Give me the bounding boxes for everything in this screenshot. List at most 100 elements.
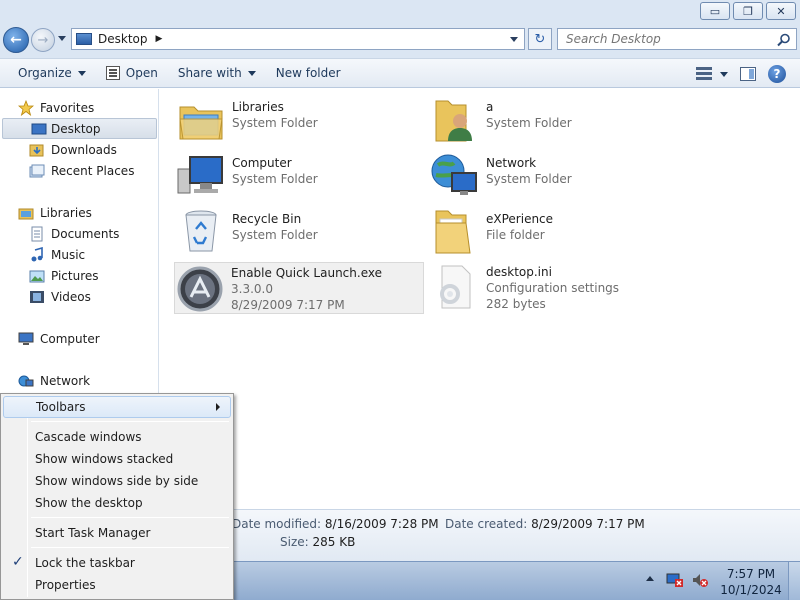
sidebar-item-recent-places[interactable]: Recent Places: [29, 160, 134, 181]
size-value: 285 KB: [312, 535, 356, 549]
system-clock[interactable]: 7:57 PM 10/1/2024: [718, 566, 784, 598]
recent-pages-dropdown[interactable]: [58, 36, 66, 41]
sidebar-item-label: Desktop: [51, 121, 101, 136]
file-name: a: [486, 100, 494, 114]
recycle-bin-icon: [185, 210, 217, 252]
sidebar-item-libraries[interactable]: Libraries: [18, 202, 92, 223]
file-item-recycle-bin[interactable]: Recycle Bin System Folder: [176, 207, 426, 261]
forward-button[interactable]: →: [31, 28, 55, 52]
computer-icon: [18, 332, 34, 345]
checkmark-icon: ✓: [12, 554, 24, 570]
sidebar-item-videos[interactable]: Videos: [29, 286, 91, 307]
sidebar-item-pictures[interactable]: Pictures: [29, 265, 99, 286]
refresh-button[interactable]: ↻: [528, 28, 552, 50]
address-location[interactable]: Desktop: [98, 32, 148, 46]
file-item-enable-quick-launch[interactable]: Enable Quick Launch.exe 3.3.0.0 8/29/200…: [174, 262, 424, 314]
chevron-down-icon[interactable]: [720, 71, 728, 77]
volume-muted-icon[interactable]: [691, 572, 709, 588]
network-icon: [431, 154, 477, 195]
back-arrow-icon: ←: [10, 32, 22, 48]
sidebar-item-favorites[interactable]: Favorites: [18, 97, 94, 118]
maximize-button[interactable]: ❐: [733, 2, 763, 20]
menu-separator: [31, 517, 229, 518]
sidebar-item-desktop[interactable]: Desktop: [2, 118, 157, 139]
file-size-detail: Size: 285 KB: [280, 535, 355, 549]
file-item-libraries[interactable]: Libraries System Folder: [176, 95, 426, 149]
open-button[interactable]: Open: [96, 61, 168, 85]
views-icon: [696, 67, 712, 81]
address-bar[interactable]: Desktop ▶: [71, 28, 525, 50]
taskbar-context-menu: Toolbars Cascade windows Show windows st…: [0, 393, 234, 600]
menu-item-lock-taskbar[interactable]: ✓ Lock the taskbar: [3, 552, 231, 574]
organize-button[interactable]: Organize: [8, 61, 96, 85]
sidebar-item-computer[interactable]: Computer: [18, 328, 100, 349]
file-type: System Folder: [232, 116, 318, 130]
sidebar-item-label: Documents: [51, 226, 120, 241]
file-name: eXPerience: [486, 212, 554, 226]
menu-item-label: Start Task Manager: [35, 526, 151, 540]
sidebar-item-label: Videos: [51, 289, 91, 304]
organize-label: Organize: [18, 66, 72, 80]
date-modified: Date modified: 8/16/2009 7:28 PM: [232, 517, 439, 531]
address-dropdown-icon[interactable]: [510, 37, 518, 42]
open-label: Open: [125, 66, 158, 80]
date-modified-value: 8/16/2009 7:28 PM: [324, 517, 439, 531]
menu-item-show-windows-side-by-side[interactable]: Show windows side by side: [3, 470, 231, 492]
file-item-desktop-ini[interactable]: desktop.ini Configuration settings 282 b…: [430, 262, 680, 314]
menu-item-show-windows-stacked[interactable]: Show windows stacked: [3, 448, 231, 470]
menu-item-properties[interactable]: Properties: [3, 574, 231, 596]
back-button[interactable]: ←: [3, 27, 29, 53]
sidebar-item-label: Favorites: [40, 100, 95, 115]
share-with-label: Share with: [177, 66, 242, 80]
menu-item-label: Lock the taskbar: [35, 556, 135, 570]
sidebar-item-downloads[interactable]: Downloads: [29, 139, 117, 160]
file-item-experience[interactable]: eXPerience File folder: [430, 207, 680, 261]
close-button[interactable]: ✕: [766, 2, 796, 20]
search-icon[interactable]: [776, 32, 792, 48]
sidebar-item-label: Music: [51, 247, 86, 262]
pictures-icon: [29, 270, 45, 282]
minimize-button[interactable]: ▭: [700, 2, 730, 20]
sidebar-item-documents[interactable]: Documents: [29, 223, 119, 244]
network-icon: [18, 375, 34, 386]
file-type: Configuration settings: [486, 281, 620, 295]
breadcrumb-chevron-icon[interactable]: ▶: [156, 34, 163, 44]
sidebar-item-label: Pictures: [51, 268, 99, 283]
date-created-value: 8/29/2009 7:17 PM: [531, 517, 645, 531]
file-item-user-folder[interactable]: a System Folder: [430, 95, 680, 149]
change-view-button[interactable]: [696, 67, 728, 81]
file-name: Enable Quick Launch.exe: [231, 266, 382, 280]
preview-pane-icon[interactable]: [740, 67, 756, 81]
show-desktop-button[interactable]: [788, 562, 800, 600]
computer-icon: [177, 156, 223, 194]
desktop-icon: [31, 123, 47, 134]
search-box[interactable]: [557, 28, 797, 50]
file-type: System Folder: [486, 172, 572, 186]
command-bar: Organize Open Share with New folder ?: [0, 58, 800, 88]
size-label: Size:: [280, 535, 309, 549]
file-item-computer[interactable]: Computer System Folder: [176, 151, 426, 205]
menu-item-toolbars[interactable]: Toolbars: [3, 396, 231, 418]
network-status-icon[interactable]: [666, 572, 684, 588]
menu-item-start-task-manager[interactable]: Start Task Manager: [3, 522, 231, 544]
show-hidden-icons-icon[interactable]: [646, 576, 654, 581]
search-input[interactable]: [566, 32, 766, 46]
file-item-network[interactable]: Network System Folder: [430, 151, 680, 205]
date-created-label: Date created:: [445, 517, 528, 531]
file-name: desktop.ini: [486, 265, 552, 279]
music-icon: [31, 246, 43, 261]
desktop-icon: [76, 33, 92, 45]
share-with-button[interactable]: Share with: [168, 61, 266, 85]
menu-item-cascade-windows[interactable]: Cascade windows: [3, 426, 231, 448]
file-date: 8/29/2009 7:17 PM: [231, 298, 345, 312]
sidebar-item-label: Network: [40, 373, 91, 388]
sidebar-item-network[interactable]: Network: [18, 370, 90, 391]
menu-item-show-desktop[interactable]: Show the desktop: [3, 492, 231, 514]
new-folder-button[interactable]: New folder: [266, 61, 351, 85]
sidebar-item-music[interactable]: Music: [29, 244, 85, 265]
menu-item-label: Properties: [35, 578, 96, 592]
file-name: Libraries: [232, 100, 284, 114]
help-icon[interactable]: ?: [768, 65, 786, 83]
submenu-arrow-icon: [216, 403, 220, 411]
settings-file-icon: [440, 265, 471, 309]
